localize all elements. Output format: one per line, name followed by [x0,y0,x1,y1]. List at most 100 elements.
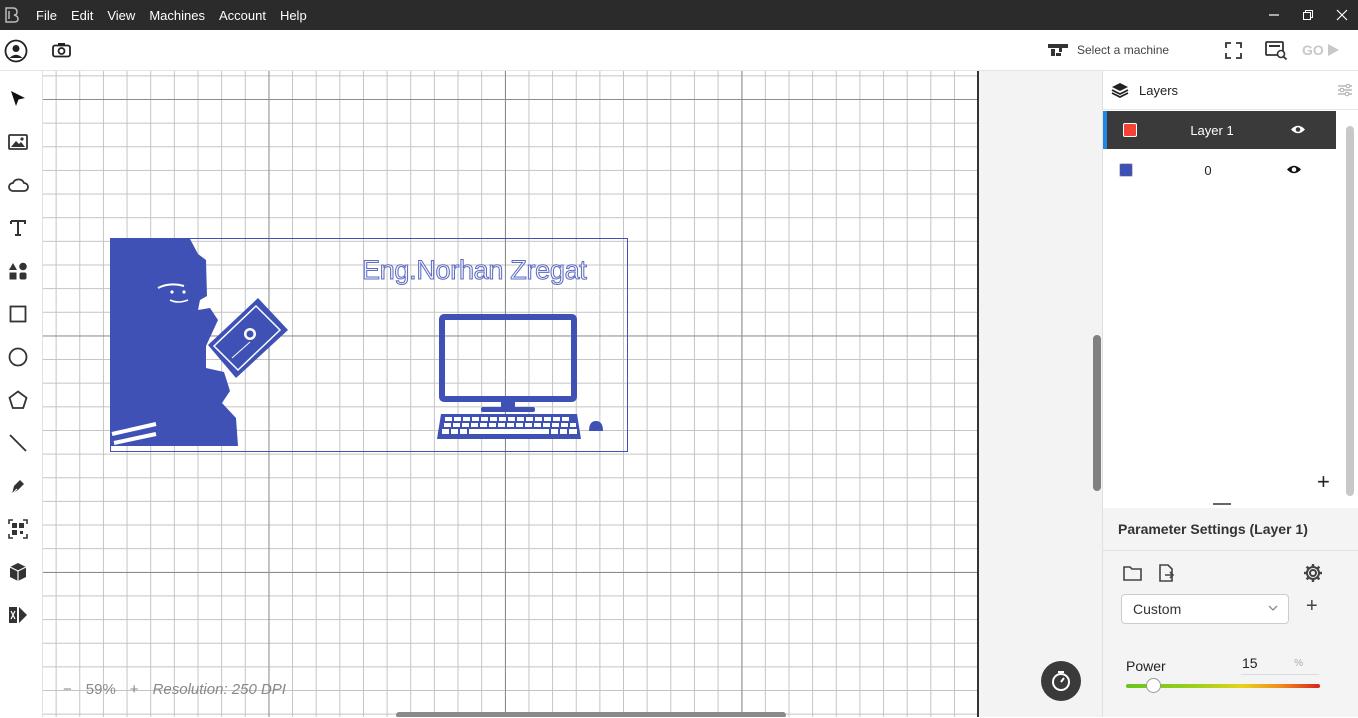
minimize-button[interactable] [1257,0,1291,30]
add-preset-button[interactable]: + [1306,595,1318,618]
eye-icon[interactable] [1286,164,1302,175]
menu-view[interactable]: View [107,8,135,23]
ellipse-icon [8,347,28,367]
power-value: 15 [1242,655,1258,671]
text-tool[interactable] [7,217,29,239]
line-icon [9,434,27,452]
zoom-level: 59% [85,681,116,698]
rectangle-tool[interactable] [7,303,29,325]
menu-file[interactable]: File [36,8,57,23]
maximize-button[interactable] [1291,0,1325,30]
menu-help[interactable]: Help [280,8,307,23]
user-icon [4,39,27,62]
polygon-icon [8,390,28,409]
parameter-settings-panel: Parameter Settings (Layer 1) Custom + Po… [1103,508,1358,717]
line-tool[interactable] [7,432,29,454]
stopwatch-icon [1052,671,1070,691]
layer-name: Layer 1 [1190,122,1234,138]
text-icon [10,220,26,236]
power-input[interactable]: 15 % [1241,652,1319,675]
computer-graphic[interactable] [435,313,607,441]
cloud-icon [8,178,29,192]
canvas-area[interactable]: Eng.Norhan Zregat − 59% + Resolution: 25… [43,71,1102,717]
play-icon [1327,44,1339,56]
layers-header: Layers [1103,71,1358,110]
close-button[interactable] [1325,0,1358,30]
monitor-search-icon [1264,40,1287,60]
elements-tool[interactable] [7,260,29,282]
layer-row[interactable]: Layer 1 [1103,111,1336,149]
layer-name: 0 [1204,162,1212,178]
power-unit: % [1294,657,1303,669]
account-button[interactable] [3,38,28,63]
menu-account[interactable]: Account [219,8,266,23]
layer-color-swatch[interactable] [1119,163,1133,177]
title-bar: File Edit View Machines Account Help [0,0,1358,30]
tool-sidebar [0,71,43,717]
menu-machines[interactable]: Machines [149,8,205,23]
polygon-tool[interactable] [7,389,29,411]
select-tool[interactable] [7,88,29,110]
layer-color-swatch[interactable] [1123,123,1137,137]
power-slider-handle[interactable] [1146,678,1161,693]
restore-icon [1303,10,1313,20]
close-icon [1336,9,1348,21]
power-label: Power [1126,658,1166,674]
camera-button[interactable] [51,41,71,59]
folder-icon[interactable] [1123,565,1142,581]
zoom-controls: − 59% + Resolution: 250 DPI [63,681,286,698]
qr-icon [8,519,28,539]
go-label: GO [1302,42,1324,58]
minimize-icon [1269,14,1279,16]
gear-icon[interactable] [1303,563,1323,583]
pen-icon [11,480,24,495]
layers-scrollbar[interactable] [1346,126,1354,496]
canvas-horizontal-scrollbar[interactable] [396,712,786,717]
layer-settings-icon[interactable] [1337,82,1353,98]
cloud-tool[interactable] [7,174,29,196]
estimate-time-button[interactable] [1041,661,1081,701]
machine-icon [1048,43,1068,56]
preview-button[interactable] [1264,40,1288,60]
box-tool[interactable] [7,561,29,583]
ellipse-tool[interactable] [7,346,29,368]
select-machine-button[interactable]: Select a machine [1047,41,1169,59]
panel-resize-handle[interactable] [1213,503,1231,505]
fullscreen-button[interactable] [1224,41,1243,59]
canvas-vertical-scrollbar[interactable] [1093,335,1101,491]
zoom-out-button[interactable]: − [63,681,72,698]
fullscreen-icon [1225,41,1242,59]
layers-title: Layers [1139,82,1179,98]
select-machine-label: Select a machine [1077,43,1170,57]
add-layer-button[interactable]: + [1317,469,1330,495]
image-tool[interactable] [7,131,29,153]
menu-edit[interactable]: Edit [71,8,93,23]
preset-select[interactable]: Custom [1121,594,1289,624]
resolution-label: Resolution: 250 DPI [152,681,286,698]
zoom-in-button[interactable]: + [130,681,139,698]
chevron-down-icon [1268,605,1278,611]
right-panel: Layers Layer 1 0 + Parameter Settings (L… [1102,71,1358,717]
eye-icon[interactable] [1290,124,1306,135]
rectangle-icon [9,305,27,323]
dxf-tool[interactable] [7,604,29,626]
pen-tool[interactable] [7,475,29,497]
elements-icon [9,262,27,280]
graduate-image[interactable] [110,238,295,449]
export-preset-icon[interactable] [1157,564,1175,582]
image-icon [8,134,28,150]
preset-value: Custom [1133,601,1182,617]
menu-bar: File Edit View Machines Account Help [36,0,321,30]
layers-icon [1111,83,1129,98]
canvas-edge [977,71,979,717]
layer-row[interactable]: 0 [1103,151,1336,189]
cursor-icon [11,91,25,106]
parameter-settings-title: Parameter Settings (Layer 1) [1118,521,1308,537]
app-logo-icon [5,7,19,23]
box-icon [9,563,27,581]
parameter-settings-body: Custom + Power 15 % [1103,550,1358,718]
go-button[interactable]: GO [1302,42,1340,58]
design-text-title[interactable]: Eng.Norhan Zregat [362,255,588,286]
qr-tool[interactable] [7,518,29,540]
camera-icon [51,43,71,58]
